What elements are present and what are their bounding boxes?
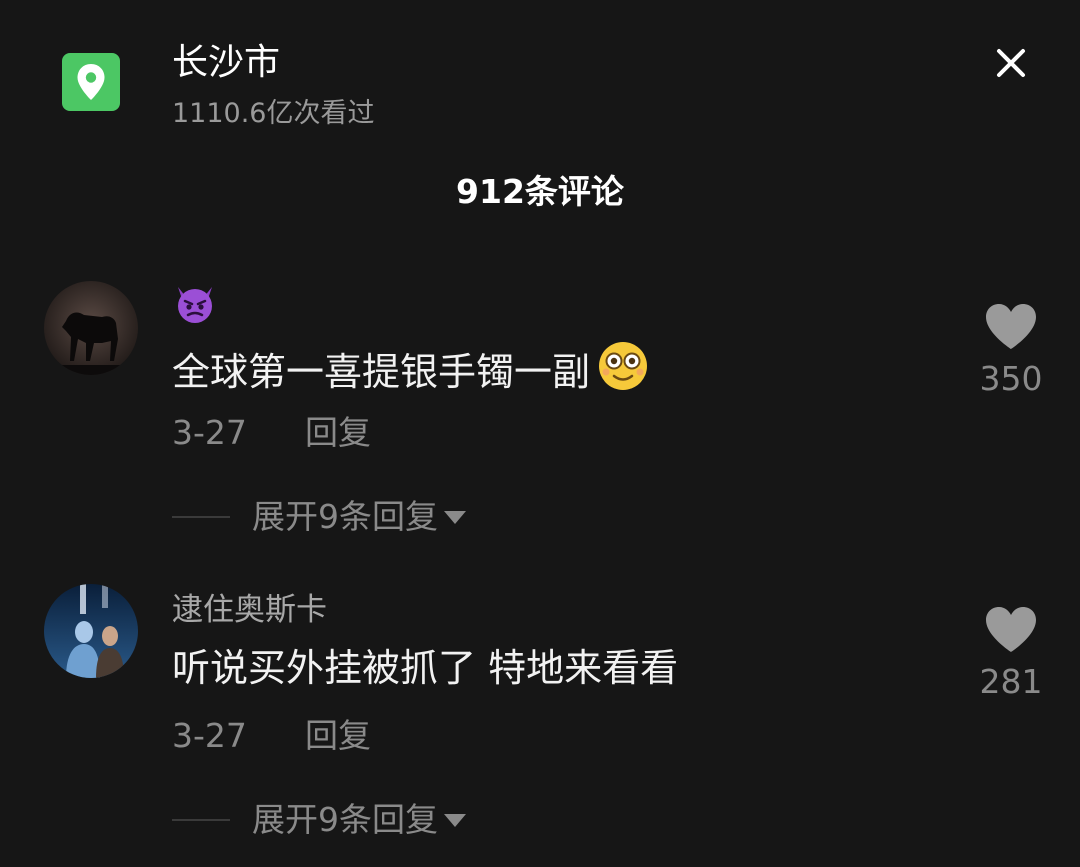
grinning-face-emoji — [594, 340, 652, 403]
close-icon[interactable] — [988, 40, 1034, 86]
avatar[interactable] — [44, 281, 138, 375]
divider — [172, 516, 230, 518]
heart-icon — [984, 304, 1038, 355]
caret-down-icon — [444, 510, 466, 524]
map-pin-icon[interactable] — [62, 53, 120, 111]
expand-replies[interactable]: 展开9条回复 — [172, 497, 466, 537]
reply-button[interactable]: 回复 — [305, 716, 371, 756]
comment-text: 听说买外挂被抓了 特地来看看 — [172, 646, 679, 690]
devil-face-emoji — [172, 287, 218, 333]
comment-count-title: 912条评论 — [456, 172, 624, 211]
reply-button[interactable]: 回复 — [305, 413, 371, 453]
like-button[interactable]: 350 — [966, 303, 1056, 399]
expand-replies-label: 展开9条回复 — [252, 497, 438, 536]
like-count: 281 — [979, 662, 1043, 701]
comment-text: 全球第一喜提银手镯一副 — [172, 340, 652, 403]
expand-replies-label: 展开9条回复 — [252, 800, 438, 839]
comment-date: 3-27 — [172, 413, 247, 452]
comments-sheet: 长沙市 1110.6亿次看过 912条评论 全球第一喜提银手镯一副 3-27 回… — [0, 0, 1080, 867]
location-name[interactable]: 长沙市 — [172, 40, 280, 86]
caret-down-icon — [444, 813, 466, 827]
comment-date: 3-27 — [172, 716, 247, 755]
expand-replies[interactable]: 展开9条回复 — [172, 800, 466, 840]
like-button[interactable]: 281 — [966, 606, 1056, 702]
divider — [172, 819, 230, 821]
like-count: 350 — [979, 359, 1043, 398]
view-count: 1110.6亿次看过 — [172, 98, 375, 129]
avatar[interactable] — [44, 584, 138, 678]
username[interactable] — [172, 283, 218, 335]
heart-icon — [984, 607, 1038, 658]
username[interactable]: 逮住奥斯卡 — [172, 590, 327, 630]
